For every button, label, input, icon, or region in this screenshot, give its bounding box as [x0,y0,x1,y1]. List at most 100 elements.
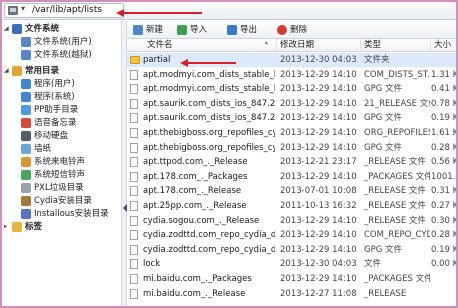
file-icon [130,128,138,138]
file-size-cell: 0.78 K [431,98,456,109]
sidebar-item-label: 文件系统(用户) [34,37,92,47]
chevron-down-icon[interactable]: ▾ [21,4,25,13]
sidebar-group[interactable]: ▸ 标签 [2,221,121,233]
sidebar-item[interactable]: 文件系统(越狱) [2,49,121,61]
app-user-icon [21,79,31,89]
table-row[interactable]: mi.baidu.com_._Release 2013-12-27 11:08 _R… [127,287,456,301]
import-button[interactable]: 导入 [177,24,213,36]
expand-triangle-icon[interactable]: ▸ [4,224,7,230]
sidebar-item-label: 程序(用户) [34,79,75,89]
export-button[interactable]: 导出 [227,24,263,36]
table-row[interactable]: partial 2013-12-30 04:03 文件夹 [127,53,456,67]
column-size-header[interactable]: 大小 [431,39,456,52]
file-size-cell: 1.31 K [431,69,456,80]
sidebar-item[interactable]: 程序(用户) [2,78,121,90]
expand-triangle-icon[interactable]: ◢ [4,26,9,32]
file-date-cell: 2013-12-29 14:10 [280,84,357,95]
sidebar-group[interactable]: ◢ 文件系统 [2,23,121,35]
file-date-cell: 2013-12-21 23:17 [280,157,357,168]
file-size-cell: 0.00 K [431,259,456,270]
file-type-cell: _RELEASE 文件 [364,157,426,168]
sidebar-item[interactable]: PXL垃圾目录 [2,182,121,194]
sidebar-item[interactable]: Installous安装目录 [2,208,121,220]
file-size-cell: 0.30 K [431,215,456,226]
sidebar-item-label: 语音备忘录 [34,118,77,128]
sidebar-item[interactable]: 移动硬盘 [2,130,121,142]
table-row[interactable]: cydia.sogou.com_._Release 2013-12-29 14:1… [127,214,456,228]
table-row[interactable]: apt.178.com_._Packages 2013-12-29 14:10 _P… [127,170,456,184]
file-size-cell: 0.28 K [431,142,456,153]
new-folder-icon [133,25,143,35]
table-row[interactable]: mi.baidu.com_._Packages 2013-12-29 14:10 _… [127,272,456,286]
sidebar-item[interactable]: PP助手目录 [2,104,121,116]
table-row[interactable]: apt.thebigboss.org_repofiles_cydia... 201… [127,141,456,155]
table-row[interactable]: apt.ttpod.com_._Release 2013-12-21 23:17 _… [127,155,456,169]
sort-caret-icon: ▴ [265,39,269,46]
table-row[interactable]: apt.saurik.com_dists_ios_847.21_Rel... 20… [127,97,456,111]
file-type-cell: GPG 文件 [364,113,403,124]
table-row[interactable]: cydia.zodttd.com_repo_cydia_dists... 2013… [127,243,456,257]
file-name-cell: partial [143,55,171,65]
sidebar-item[interactable]: 文件系统(用户) [2,36,121,48]
sidebar-item-label: 移动硬盘 [34,131,69,141]
file-icon [130,142,138,153]
sidebar-item[interactable]: Cydia安装目录 [2,195,121,207]
sidebar-item[interactable]: 系统短信铃声 [2,169,121,181]
table-row[interactable]: lock 2013-12-30 04:03 文件 0.00 K [127,257,456,271]
table-row[interactable]: apt.25pp.com_._Release 2011-10-13 16:32 _R… [127,199,456,213]
file-icon [130,215,138,226]
file-type-cell: 文件夹 [364,55,390,65]
file-type-cell: 21_RELEASE 文件 [364,98,430,109]
sidebar: ◢ 文件系统文件系统(用户) 文件系统(越狱) ◢ 常用目录程序(用户) 程序(系统) PP… [2,21,121,306]
file-name-cell: apt.saurik.com_dists_ios_847.21_Rel... [143,98,275,109]
path-input[interactable]: ▾ /var/lib/apt/lists [4,3,124,18]
app-system-icon [21,92,31,102]
column-date-header[interactable]: 修改日期 [277,39,361,52]
new-label: 新建 [146,25,164,35]
file-date-cell: 2013-12-27 11:08 [280,288,357,299]
file-date-cell: 2011-10-13 16:32 [280,201,357,211]
annotation-arrow-partial [186,62,236,64]
file-type-cell: _PACKAGES 文件 [364,171,430,182]
sidebar-item-label: 系统来电铃声 [34,157,86,167]
sidebar-item[interactable]: 语音备忘录 [2,117,121,129]
column-type-header[interactable]: 类型 [361,39,431,52]
file-icon [130,201,138,211]
delete-button[interactable]: 删除 [277,24,313,36]
file-type-cell: COM_DISTS_ST... [364,69,430,80]
sidebar-group-label: 标签 [25,222,43,232]
expand-triangle-icon[interactable]: ◢ [4,68,9,74]
sidebar-item[interactable]: 墙纸 [2,143,121,155]
device-icon [8,6,18,15]
file-type-cell: GPG 文件 [364,244,403,255]
file-name-cell: apt.178.com_._Packages [143,171,248,182]
import-icon [177,25,187,35]
folder-jailbreak-icon [21,50,31,60]
file-size-cell: 0.56 K [431,157,456,168]
file-icon [130,113,138,124]
table-row[interactable]: apt.thebigboss.org_repofiles_cydia... 201… [127,126,456,140]
file-icon [130,157,138,168]
sidebar-item[interactable]: 程序(系统) [2,91,121,103]
table-row[interactable]: apt.modmyi.com_dists_stable_Release 2013-… [127,82,456,96]
file-date-cell: 2013-12-29 14:10 [280,244,357,255]
sidebar-group[interactable]: ◢ 常用目录 [2,65,121,77]
file-icon [130,259,138,270]
table-row[interactable]: apt.saurik.com_dists_ios_847.21_Rel... 20… [127,111,456,125]
column-name-header[interactable]: 文件名 [127,39,277,52]
file-size-cell: 0.41 K [431,84,456,95]
table-row[interactable]: apt.modmyi.com_dists_stable_Release 2013-… [127,68,456,82]
table-row[interactable]: apt.178.com_._Release 2013-07-01 10:08 _RE… [127,184,456,198]
table-header: 文件名 ▴ 修改日期 类型 大小 [127,39,456,52]
table-row[interactable]: cydia.zodttd.com_repo_cydia_dists... 2013… [127,228,456,242]
toolbar: 新建 导入 导出 删除 [127,21,456,39]
annotation-arrowhead-path [116,9,124,17]
new-button[interactable]: 新建 [133,24,169,36]
file-date-cell: 2013-12-29 14:10 [280,215,357,226]
file-date-cell: 2013-12-29 14:10 [280,274,357,284]
ringtone-icon [21,157,31,167]
file-date-cell: 2013-12-29 14:10 [280,113,357,124]
file-type-cell: 文件 [364,259,382,270]
sidebar-item[interactable]: 系统来电铃声 [2,156,121,168]
file-type-cell: GPG 文件 [364,84,403,95]
